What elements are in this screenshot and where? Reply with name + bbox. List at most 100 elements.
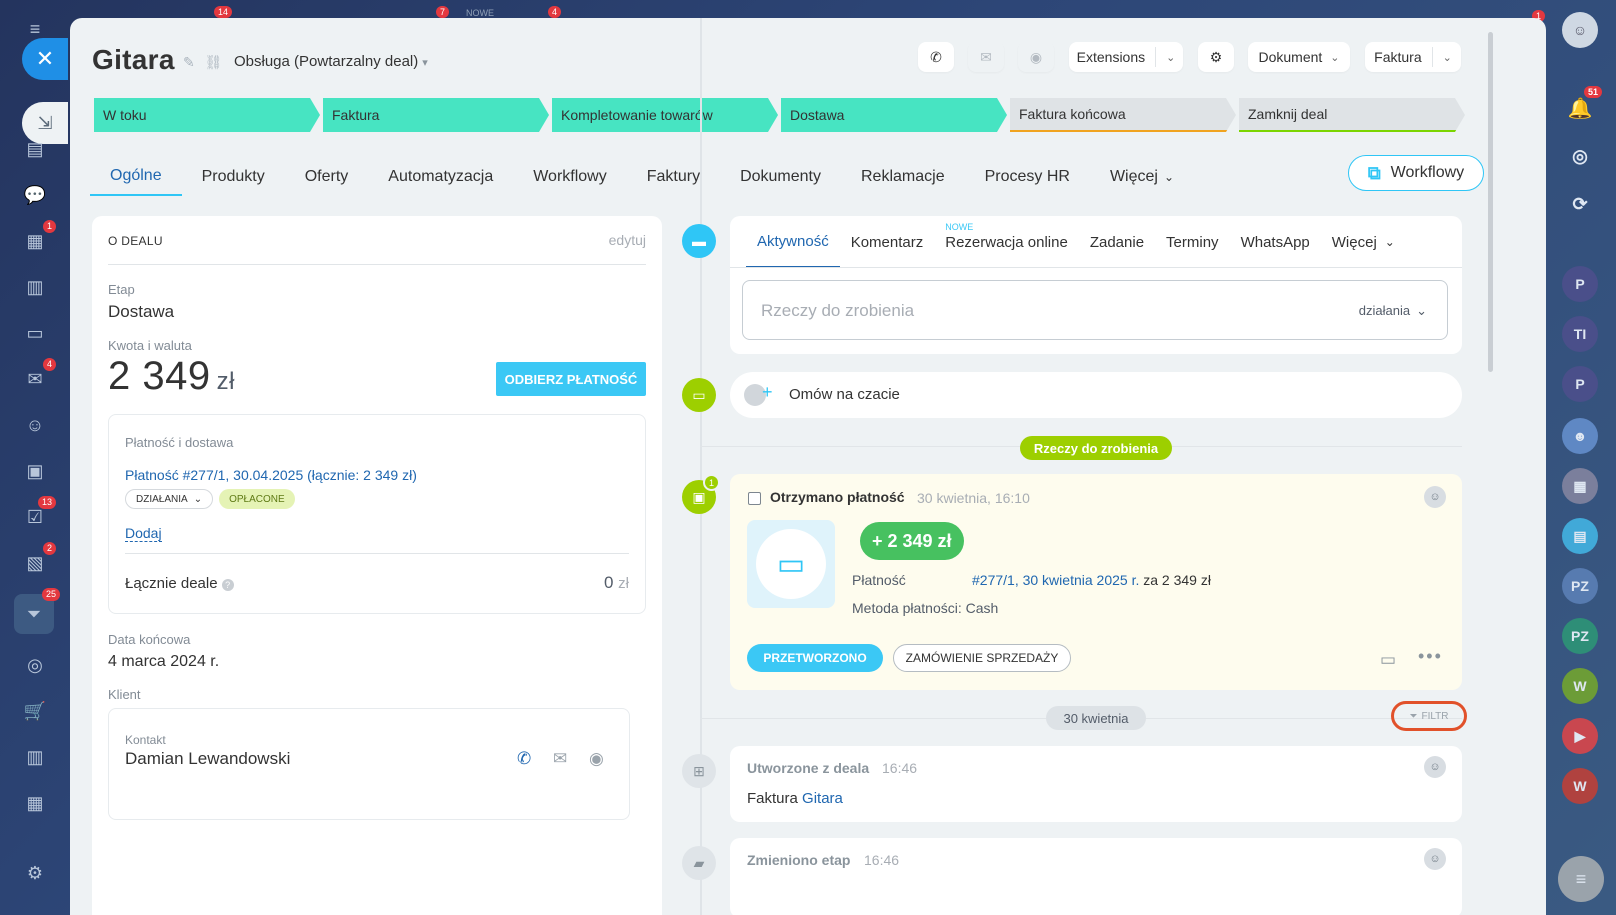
chat-icon[interactable]: 💬 bbox=[20, 180, 50, 210]
stage-item[interactable]: Faktura bbox=[323, 98, 549, 132]
tab-dokumenty[interactable]: Dokumenty bbox=[720, 158, 841, 196]
contacts-icon[interactable]: ☺ bbox=[20, 410, 50, 440]
tab-more[interactable]: Więcej ⌄ bbox=[1090, 158, 1194, 196]
close-slider-button[interactable]: ✕ bbox=[22, 38, 68, 80]
activity-tab[interactable]: NOWE Rezerwacja online bbox=[934, 216, 1079, 268]
activity-tab[interactable]: Komentarz bbox=[840, 216, 935, 268]
settings-button[interactable]: ⚙ bbox=[1198, 42, 1234, 72]
tab-reklamacje[interactable]: Reklamacje bbox=[841, 158, 965, 196]
tab-workflowy[interactable]: Workflowy bbox=[513, 158, 627, 196]
storage-icon[interactable]: ▭ bbox=[20, 318, 50, 348]
chat-avatar[interactable]: W bbox=[1562, 768, 1598, 804]
copilot-icon[interactable]: ◎ bbox=[1562, 138, 1598, 174]
extensions-button[interactable]: Extensions ⌄ bbox=[1069, 42, 1183, 72]
tab-oferty[interactable]: Oferty bbox=[285, 158, 369, 196]
more-icon[interactable]: ••• bbox=[1418, 646, 1443, 667]
edit-link[interactable]: edytuj bbox=[609, 232, 646, 248]
chat-avatar[interactable]: PZ bbox=[1562, 568, 1598, 604]
dokument-button[interactable]: Dokument ⌄ bbox=[1248, 42, 1350, 72]
chat-avatar[interactable]: P bbox=[1562, 266, 1598, 302]
scrollbar[interactable] bbox=[1488, 32, 1493, 372]
settings-gear-icon[interactable]: ⚙ bbox=[20, 858, 50, 888]
todo-actions-dropdown[interactable]: działania ⌄ bbox=[1359, 303, 1427, 319]
todo-input[interactable]: Rzeczy do zrobienia działania ⌄ bbox=[742, 280, 1448, 340]
stage-changed-card: Zmieniono etap 16:46 ☺ bbox=[730, 838, 1462, 915]
actions-pill[interactable]: DZIAŁANIA ⌄ bbox=[125, 489, 214, 509]
add-link[interactable]: Dodaj bbox=[125, 525, 162, 542]
contact-chat-icon[interactable]: ◉ bbox=[589, 749, 604, 769]
filter-button[interactable]: ⏷ FILTR bbox=[1391, 701, 1467, 731]
chat-avatar[interactable]: TI bbox=[1562, 316, 1598, 352]
tab-faktury[interactable]: Faktury bbox=[627, 158, 720, 196]
created-title: Utworzone z deala bbox=[747, 760, 870, 776]
stage-item[interactable]: Faktura końcowa bbox=[1010, 98, 1236, 132]
activity-tab[interactable]: Terminy bbox=[1155, 216, 1230, 268]
link-icon[interactable]: ⛓ bbox=[205, 54, 223, 70]
board-icon[interactable]: ▣ bbox=[20, 456, 50, 486]
done-checkbox[interactable] bbox=[748, 492, 761, 505]
author-avatar[interactable]: ☺ bbox=[1424, 486, 1446, 508]
sales-order-button[interactable]: ZAMÓWIENIE SPRZEDAŻY bbox=[893, 644, 1071, 672]
contact-name[interactable]: Damian Lewandowski bbox=[125, 749, 290, 769]
activity-tab[interactable]: WhatsApp bbox=[1230, 216, 1321, 268]
tab-produkty[interactable]: Produkty bbox=[182, 158, 285, 196]
crm-filter-icon[interactable]: ⏷ 25 bbox=[14, 588, 60, 634]
building-icon[interactable]: ▥ bbox=[20, 742, 50, 772]
stage-item[interactable]: Dostawa bbox=[781, 98, 1007, 132]
tab-ogolne[interactable]: Ogólne bbox=[90, 158, 182, 196]
processed-button[interactable]: PRZETWORZONO bbox=[747, 644, 883, 672]
end-date-value: 4 marca 2024 r. bbox=[108, 653, 220, 670]
document-icon[interactable]: ▤ bbox=[20, 134, 50, 164]
group-chat-icon[interactable]: ☻ bbox=[1562, 418, 1598, 454]
chat-avatar[interactable]: W bbox=[1562, 668, 1598, 704]
extensions-label: Extensions bbox=[1076, 49, 1146, 65]
discuss-in-chat-card[interactable]: + Omów na czacie bbox=[730, 372, 1462, 418]
cart-icon[interactable]: 🛒 bbox=[20, 696, 50, 726]
mail-icon[interactable]: ✉ 4 bbox=[20, 358, 56, 394]
activity-tab[interactable]: Aktywność bbox=[746, 216, 840, 268]
bg-badge: 7 bbox=[436, 6, 450, 18]
sync-icon[interactable]: ⟳ bbox=[1562, 186, 1598, 222]
todo-placeholder: Rzeczy do zrobienia bbox=[761, 301, 915, 320]
note-icon[interactable]: ▭ bbox=[1380, 650, 1396, 670]
file-icon[interactable]: ▥ bbox=[20, 272, 50, 302]
payment-detail-link[interactable]: #277/1, 30 kwietnia 2025 r. bbox=[972, 572, 1139, 588]
email-button[interactable]: ✉ bbox=[968, 42, 1004, 72]
calendar-icon[interactable]: ▦ 1 bbox=[20, 220, 56, 256]
payment-link[interactable]: Płatność #277/1, 30.04.2025 (łącznie: 2 … bbox=[125, 467, 417, 483]
chat-avatar[interactable]: PZ bbox=[1562, 618, 1598, 654]
user-avatar[interactable]: ☺ bbox=[1562, 12, 1598, 48]
news-icon[interactable]: ▧ 2 bbox=[20, 542, 56, 578]
call-button[interactable]: ✆ bbox=[918, 42, 954, 72]
chat-bubble-icon[interactable]: ▤ bbox=[1562, 518, 1598, 554]
tab-automatyzacja[interactable]: Automatyzacja bbox=[368, 158, 513, 196]
pencil-icon[interactable]: ✎ bbox=[183, 54, 195, 70]
chat-button[interactable]: ◉ bbox=[1018, 42, 1054, 72]
pipeline-selector[interactable]: Obsługa (Powtarzalny deal) ▾ bbox=[234, 53, 428, 70]
tab-procesy-hr[interactable]: Procesy HR bbox=[965, 158, 1090, 196]
stage-item[interactable]: W toku bbox=[94, 98, 320, 132]
chat-avatar-image[interactable]: ▦ bbox=[1562, 468, 1598, 504]
video-call-icon[interactable]: ▶ bbox=[1562, 718, 1598, 754]
gear-icon: ⚙ bbox=[1209, 48, 1223, 65]
messenger-menu-icon[interactable]: ≡ bbox=[1558, 856, 1604, 902]
schedule-icon[interactable]: ▦ bbox=[20, 788, 50, 818]
calendar-badge: 1 bbox=[42, 220, 56, 233]
help-icon[interactable]: ? bbox=[221, 579, 234, 591]
author-avatar[interactable]: ☺ bbox=[1424, 756, 1446, 778]
stage-item[interactable]: Kompletowanie towarów bbox=[552, 98, 778, 132]
chat-avatar[interactable]: P bbox=[1562, 366, 1598, 402]
bell-icon[interactable]: 🔔 51 bbox=[1562, 86, 1602, 126]
stage-item[interactable]: Zamknij deal bbox=[1239, 98, 1465, 132]
tasks-icon[interactable]: ☑ 13 bbox=[20, 496, 56, 532]
activity-tab[interactable]: Zadanie bbox=[1079, 216, 1155, 268]
receive-payment-button[interactable]: ODBIERZ PŁATNOŚĆ bbox=[496, 362, 646, 396]
faktura-button[interactable]: Faktura ⌄ bbox=[1365, 42, 1461, 72]
contact-email-icon[interactable]: ✉ bbox=[553, 749, 567, 769]
contact-phone-icon[interactable]: ✆ bbox=[517, 749, 531, 769]
workflow-button[interactable]: ⧉ Workflowy bbox=[1348, 155, 1484, 191]
author-avatar[interactable]: ☺ bbox=[1424, 848, 1446, 870]
target-icon[interactable]: ◎ bbox=[20, 650, 50, 680]
activity-tab-more[interactable]: Więcej ⌄ bbox=[1321, 216, 1406, 268]
created-link[interactable]: Gitara bbox=[802, 790, 843, 807]
